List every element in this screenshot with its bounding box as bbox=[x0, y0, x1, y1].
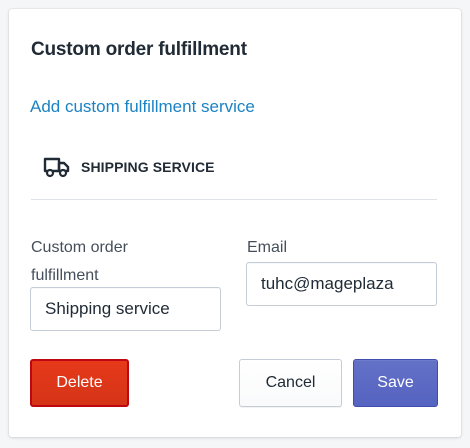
card-title: Custom order fulfillment bbox=[31, 39, 247, 60]
fulfillment-name-label: Custom order fulfillment bbox=[31, 239, 128, 284]
add-fulfillment-service-link[interactable]: Add custom fulfillment service bbox=[30, 97, 255, 117]
email-label: Email bbox=[247, 239, 288, 256]
save-button[interactable]: Save bbox=[353, 359, 438, 407]
fulfillment-name-input[interactable] bbox=[30, 287, 221, 331]
service-label: SHIPPING SERVICE bbox=[81, 159, 215, 175]
service-row: SHIPPING SERVICE bbox=[43, 155, 215, 179]
delete-button[interactable]: Delete bbox=[30, 359, 129, 407]
divider bbox=[31, 199, 437, 200]
cancel-button[interactable]: Cancel bbox=[239, 359, 342, 407]
truck-icon bbox=[43, 156, 71, 178]
fulfillment-card: Custom order fulfillment Add custom fulf… bbox=[9, 9, 461, 437]
email-input[interactable] bbox=[246, 262, 437, 306]
